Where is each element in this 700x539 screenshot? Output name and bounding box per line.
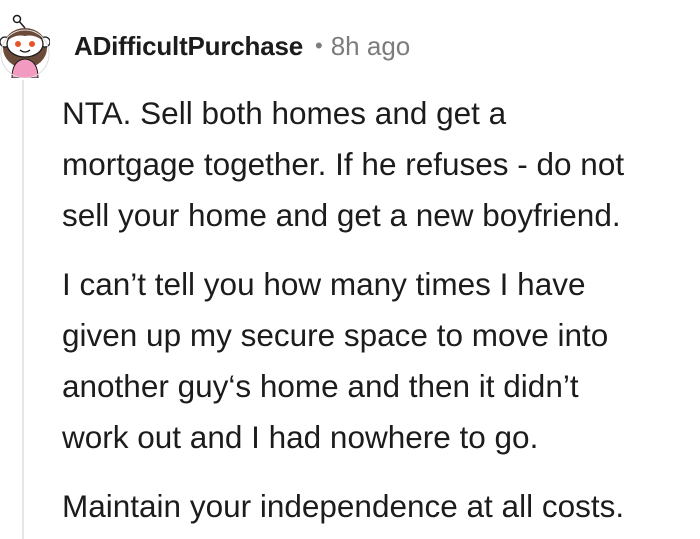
thread-line[interactable]	[22, 80, 24, 539]
comment-line: NTA. Sell both homes and get a	[62, 95, 507, 131]
comment: ADifficultPurchase • 8h ago NTA. Sell bo…	[0, 0, 700, 539]
comment-line: I can’t tell you how many times I have	[62, 266, 586, 302]
comment-timestamp[interactable]: 8h ago	[331, 31, 411, 62]
comment-paragraph: Maintain your independence at all costs.	[62, 481, 696, 532]
snoo-avatar-icon[interactable]	[0, 14, 50, 78]
username-link[interactable]: ADifficultPurchase	[74, 31, 303, 62]
comment-paragraph: I can’t tell you how many times I have g…	[62, 259, 696, 463]
comment-line: given up my secure space to move into	[62, 317, 609, 353]
comment-line: mortgage together. If he refuses - do no…	[62, 146, 625, 182]
comment-line: sell your home and get a new boyfriend.	[62, 197, 621, 233]
comment-line: another guy‘s home and then it didn’t	[62, 368, 579, 404]
meta-separator: •	[315, 33, 323, 58]
comment-line: Maintain your independence at all costs.	[62, 488, 625, 524]
comment-paragraph: NTA. Sell both homes and get a mortgage …	[62, 88, 696, 241]
comment-header: ADifficultPurchase • 8h ago	[74, 26, 410, 66]
comment-body: NTA. Sell both homes and get a mortgage …	[62, 88, 696, 532]
comment-line: work out and I had nowhere to go.	[62, 419, 539, 455]
